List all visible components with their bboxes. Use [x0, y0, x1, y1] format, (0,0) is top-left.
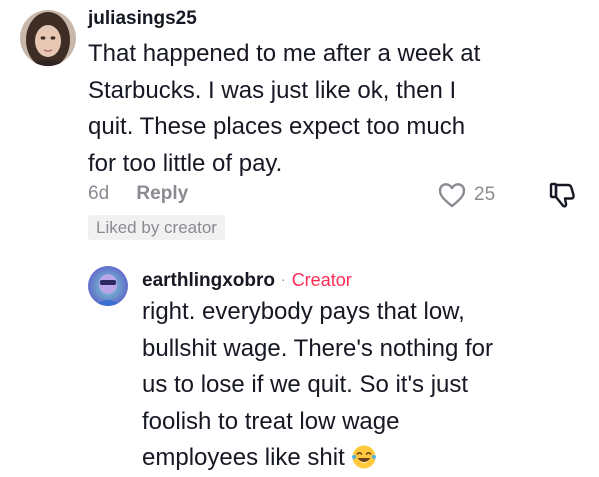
like-count: 25	[474, 184, 496, 205]
reply-button[interactable]: Reply	[136, 183, 188, 204]
comment-username[interactable]: juliasings25	[88, 8, 197, 30]
face-with-tears-of-joy-icon	[351, 445, 376, 469]
comment-line: Starbucks. I was just like ok, then I	[88, 76, 457, 104]
reply-line-last: employees like shit	[142, 440, 582, 477]
comment-meta: 6d Reply	[88, 183, 188, 205]
comment-line: for too little of pay.	[88, 149, 283, 177]
creator-label: Creator	[291, 270, 352, 290]
reply-line: foolish to treat low wage	[142, 407, 400, 435]
creator-avatar-photo-icon	[88, 266, 128, 306]
thumbs-down-icon	[549, 182, 575, 208]
reply-line: employees like shit	[142, 444, 345, 471]
reply-line: right. everybody pays that low,	[142, 298, 465, 325]
like-button[interactable]: 25	[438, 180, 495, 210]
reply-text: right. everybody pays that low, bullshit…	[142, 294, 582, 477]
heart-outline-icon	[438, 183, 466, 208]
reply-header: earthlingxobro · Creator	[142, 270, 352, 292]
user-avatar[interactable]	[20, 10, 76, 66]
liked-by-creator-badge: Liked by creator	[88, 215, 225, 240]
comment-age: 6d	[88, 183, 110, 204]
reply-line: us to lose if we quit. So it's just	[142, 371, 469, 398]
comment-line: That happened to me after a week at	[88, 40, 481, 67]
user-avatar-photo-icon	[20, 10, 76, 66]
comment-text: That happened to me after a week at Star…	[88, 36, 588, 182]
comment-line: quit. These places expect too much	[88, 113, 466, 140]
dislike-button[interactable]	[548, 180, 576, 210]
reply-username[interactable]: earthlingxobro	[142, 270, 275, 291]
creator-avatar[interactable]	[88, 266, 128, 306]
reply-line: bullshit wage. There's nothing for	[142, 334, 494, 362]
separator-dot: ·	[281, 271, 286, 287]
